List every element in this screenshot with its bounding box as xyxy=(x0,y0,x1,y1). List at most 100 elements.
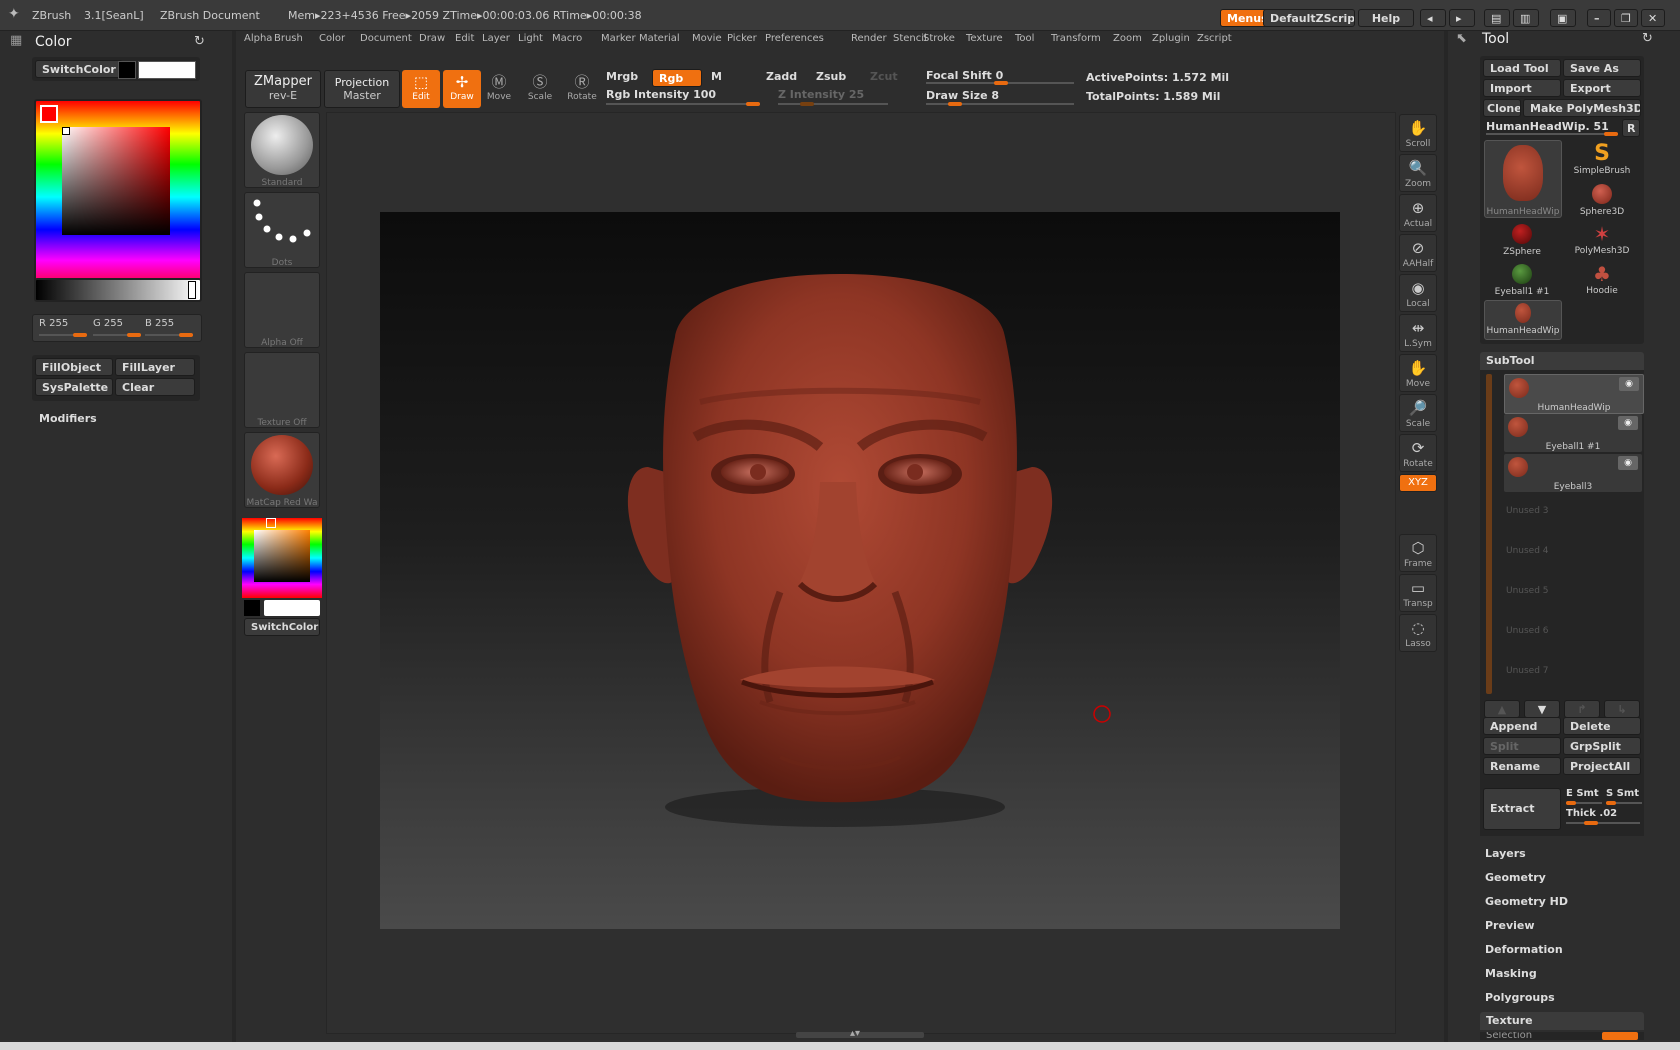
gray-ramp-marker[interactable] xyxy=(188,281,196,299)
modifiers-label[interactable]: Modifiers xyxy=(39,412,97,425)
green-slider[interactable] xyxy=(93,333,141,337)
subtool-header[interactable]: SubTool xyxy=(1480,352,1644,370)
selection-toggle[interactable] xyxy=(1602,1032,1638,1040)
shelf-color-picker[interactable] xyxy=(242,518,322,598)
mrgb-button[interactable]: Mrgb xyxy=(606,70,638,83)
section-layers[interactable]: Layers xyxy=(1485,847,1526,860)
layout-right-icon[interactable]: ▥ xyxy=(1513,9,1539,27)
subtool-up-arrow-icon[interactable]: ▲ xyxy=(1484,700,1520,718)
tool-r-button[interactable]: R xyxy=(1622,119,1640,137)
draw-size-label[interactable]: Draw Size 8 xyxy=(926,89,999,102)
left-tray-divider[interactable] xyxy=(232,31,236,1050)
menu-edit[interactable]: Edit xyxy=(455,33,474,44)
tool-refresh-icon[interactable]: ↻ xyxy=(1642,31,1653,46)
shelf-move-button[interactable]: ✋ Move xyxy=(1399,354,1437,392)
menu-layer[interactable]: Layer xyxy=(482,33,510,44)
projection-master-button[interactable]: Projection Master xyxy=(324,70,400,108)
shelf-hue-marker[interactable] xyxy=(266,518,276,528)
load-tool-button[interactable]: Load Tool xyxy=(1483,59,1561,77)
layout-left-icon[interactable]: ▤ xyxy=(1484,9,1510,27)
shelf-zoom-button[interactable]: 🔍 Zoom xyxy=(1399,154,1437,192)
subtool-scrollbar[interactable] xyxy=(1486,374,1492,694)
rgb-intensity-label[interactable]: Rgb Intensity 100 xyxy=(606,88,716,101)
sys-palette-button[interactable]: SysPalette xyxy=(35,378,113,396)
shelf-saturation-square[interactable] xyxy=(254,530,310,582)
menu-stencil[interactable]: Stencil xyxy=(893,33,927,44)
delete-button[interactable]: Delete xyxy=(1563,717,1641,735)
section-masking[interactable]: Masking xyxy=(1485,967,1537,980)
texture-thumbnail[interactable]: Texture Off xyxy=(244,352,320,428)
tool-hoodie[interactable]: ♣ Hoodie xyxy=(1562,262,1642,300)
draw-size-slider[interactable] xyxy=(926,102,1074,106)
make-polymesh3d-button[interactable]: Make PolyMesh3D xyxy=(1523,99,1641,117)
z-intensity-slider[interactable] xyxy=(778,102,888,106)
menu-document[interactable]: Document xyxy=(360,33,412,44)
s-smt-toggle[interactable]: S Smt xyxy=(1606,788,1639,799)
green-value[interactable]: G 255 xyxy=(93,318,123,329)
subtool-item[interactable]: ◉ Eyeball1 #1 xyxy=(1504,414,1642,452)
bottom-tray-arrow-icon[interactable]: ▴▾ xyxy=(850,1028,860,1039)
lock-icon[interactable]: ▣ xyxy=(1550,9,1576,27)
section-polygroups[interactable]: Polygroups xyxy=(1485,991,1555,1004)
menu-marker[interactable]: Marker xyxy=(601,33,636,44)
blue-slider[interactable] xyxy=(145,333,193,337)
sculpted-head-model[interactable] xyxy=(380,212,1340,929)
subtool-unused-slot[interactable]: Unused 5 xyxy=(1506,586,1549,596)
subtool-unused-slot[interactable]: Unused 4 xyxy=(1506,546,1549,556)
menu-macro[interactable]: Macro xyxy=(552,33,582,44)
rgb-intensity-slider[interactable] xyxy=(606,102,760,106)
color-cursor[interactable] xyxy=(62,127,70,135)
shelf-primary-swatch[interactable] xyxy=(244,600,260,616)
move-mode-button[interactable]: Ⓜ Move xyxy=(480,70,518,108)
grpsplit-button[interactable]: GrpSplit xyxy=(1563,737,1641,755)
subtool-unused-slot[interactable]: Unused 6 xyxy=(1506,626,1549,636)
gray-ramp[interactable] xyxy=(34,278,202,302)
fill-layer-button[interactable]: FillLayer xyxy=(115,358,195,376)
subtool-down-arrow-icon[interactable]: ▼ xyxy=(1524,700,1560,718)
rgb-button[interactable]: Rgb xyxy=(652,69,702,87)
section-deformation[interactable]: Deformation xyxy=(1485,943,1563,956)
focal-shift-label[interactable]: Focal Shift 0 xyxy=(926,69,1003,82)
zadd-button[interactable]: Zadd xyxy=(766,70,797,83)
primary-color-swatch[interactable] xyxy=(118,61,136,79)
subtool-item[interactable]: ◉ Eyeball3 xyxy=(1504,454,1642,492)
shelf-rotate-button[interactable]: ⟳ Rotate xyxy=(1399,434,1437,472)
menu-movie[interactable]: Movie xyxy=(692,33,722,44)
rename-button[interactable]: Rename xyxy=(1483,757,1561,775)
tool-humanheadwip-2[interactable]: HumanHeadWip xyxy=(1484,300,1562,340)
eye-icon[interactable]: ◉ xyxy=(1619,377,1639,391)
shelf-frame-button[interactable]: ⬡ Frame xyxy=(1399,534,1437,572)
shelf-local-button[interactable]: ◉ Local xyxy=(1399,274,1437,312)
menu-transform[interactable]: Transform xyxy=(1051,33,1101,44)
shelf-lsym-button[interactable]: ⇹ L.Sym xyxy=(1399,314,1437,352)
m-button[interactable]: M xyxy=(711,70,722,83)
section-geometry-hd[interactable]: Geometry HD xyxy=(1485,895,1568,908)
selection-row-partial[interactable]: Selection xyxy=(1480,1032,1644,1040)
subtool-unused-slot[interactable]: Unused 3 xyxy=(1506,506,1549,516)
menu-material[interactable]: Material xyxy=(639,33,680,44)
menu-render[interactable]: Render xyxy=(851,33,887,44)
tool-palette-dock-icon[interactable]: ⬉ xyxy=(1456,31,1467,46)
section-geometry[interactable]: Geometry xyxy=(1485,871,1546,884)
edit-mode-button[interactable]: ⬚ Edit xyxy=(402,70,440,108)
tool-sphere3d[interactable]: Sphere3D xyxy=(1562,182,1642,220)
section-preview[interactable]: Preview xyxy=(1485,919,1535,932)
subtool-undo-icon[interactable]: ↳ xyxy=(1604,700,1640,718)
maximize-icon[interactable]: ❐ xyxy=(1614,9,1638,27)
stroke-thumbnail-dots[interactable]: Dots xyxy=(244,192,320,268)
shelf-secondary-swatch[interactable] xyxy=(264,600,320,616)
menu-draw[interactable]: Draw xyxy=(419,33,445,44)
scale-mode-button[interactable]: Ⓢ Scale xyxy=(521,70,559,108)
tool-simplebrush[interactable]: S SimpleBrush xyxy=(1562,142,1642,180)
switch-color-button[interactable]: SwitchColor xyxy=(35,60,123,78)
menu-light[interactable]: Light xyxy=(518,33,543,44)
menu-texture[interactable]: Texture xyxy=(966,33,1003,44)
fill-object-button[interactable]: FillObject xyxy=(35,358,113,376)
menu-zplugin[interactable]: Zplugin xyxy=(1152,33,1190,44)
close-icon[interactable]: ✕ xyxy=(1641,9,1665,27)
document-canvas[interactable] xyxy=(380,212,1340,929)
menu-stroke[interactable]: Stroke xyxy=(923,33,955,44)
focal-shift-slider[interactable] xyxy=(926,81,1074,85)
s-smt-slider[interactable] xyxy=(1606,801,1642,805)
current-tool-slider[interactable] xyxy=(1486,132,1618,136)
